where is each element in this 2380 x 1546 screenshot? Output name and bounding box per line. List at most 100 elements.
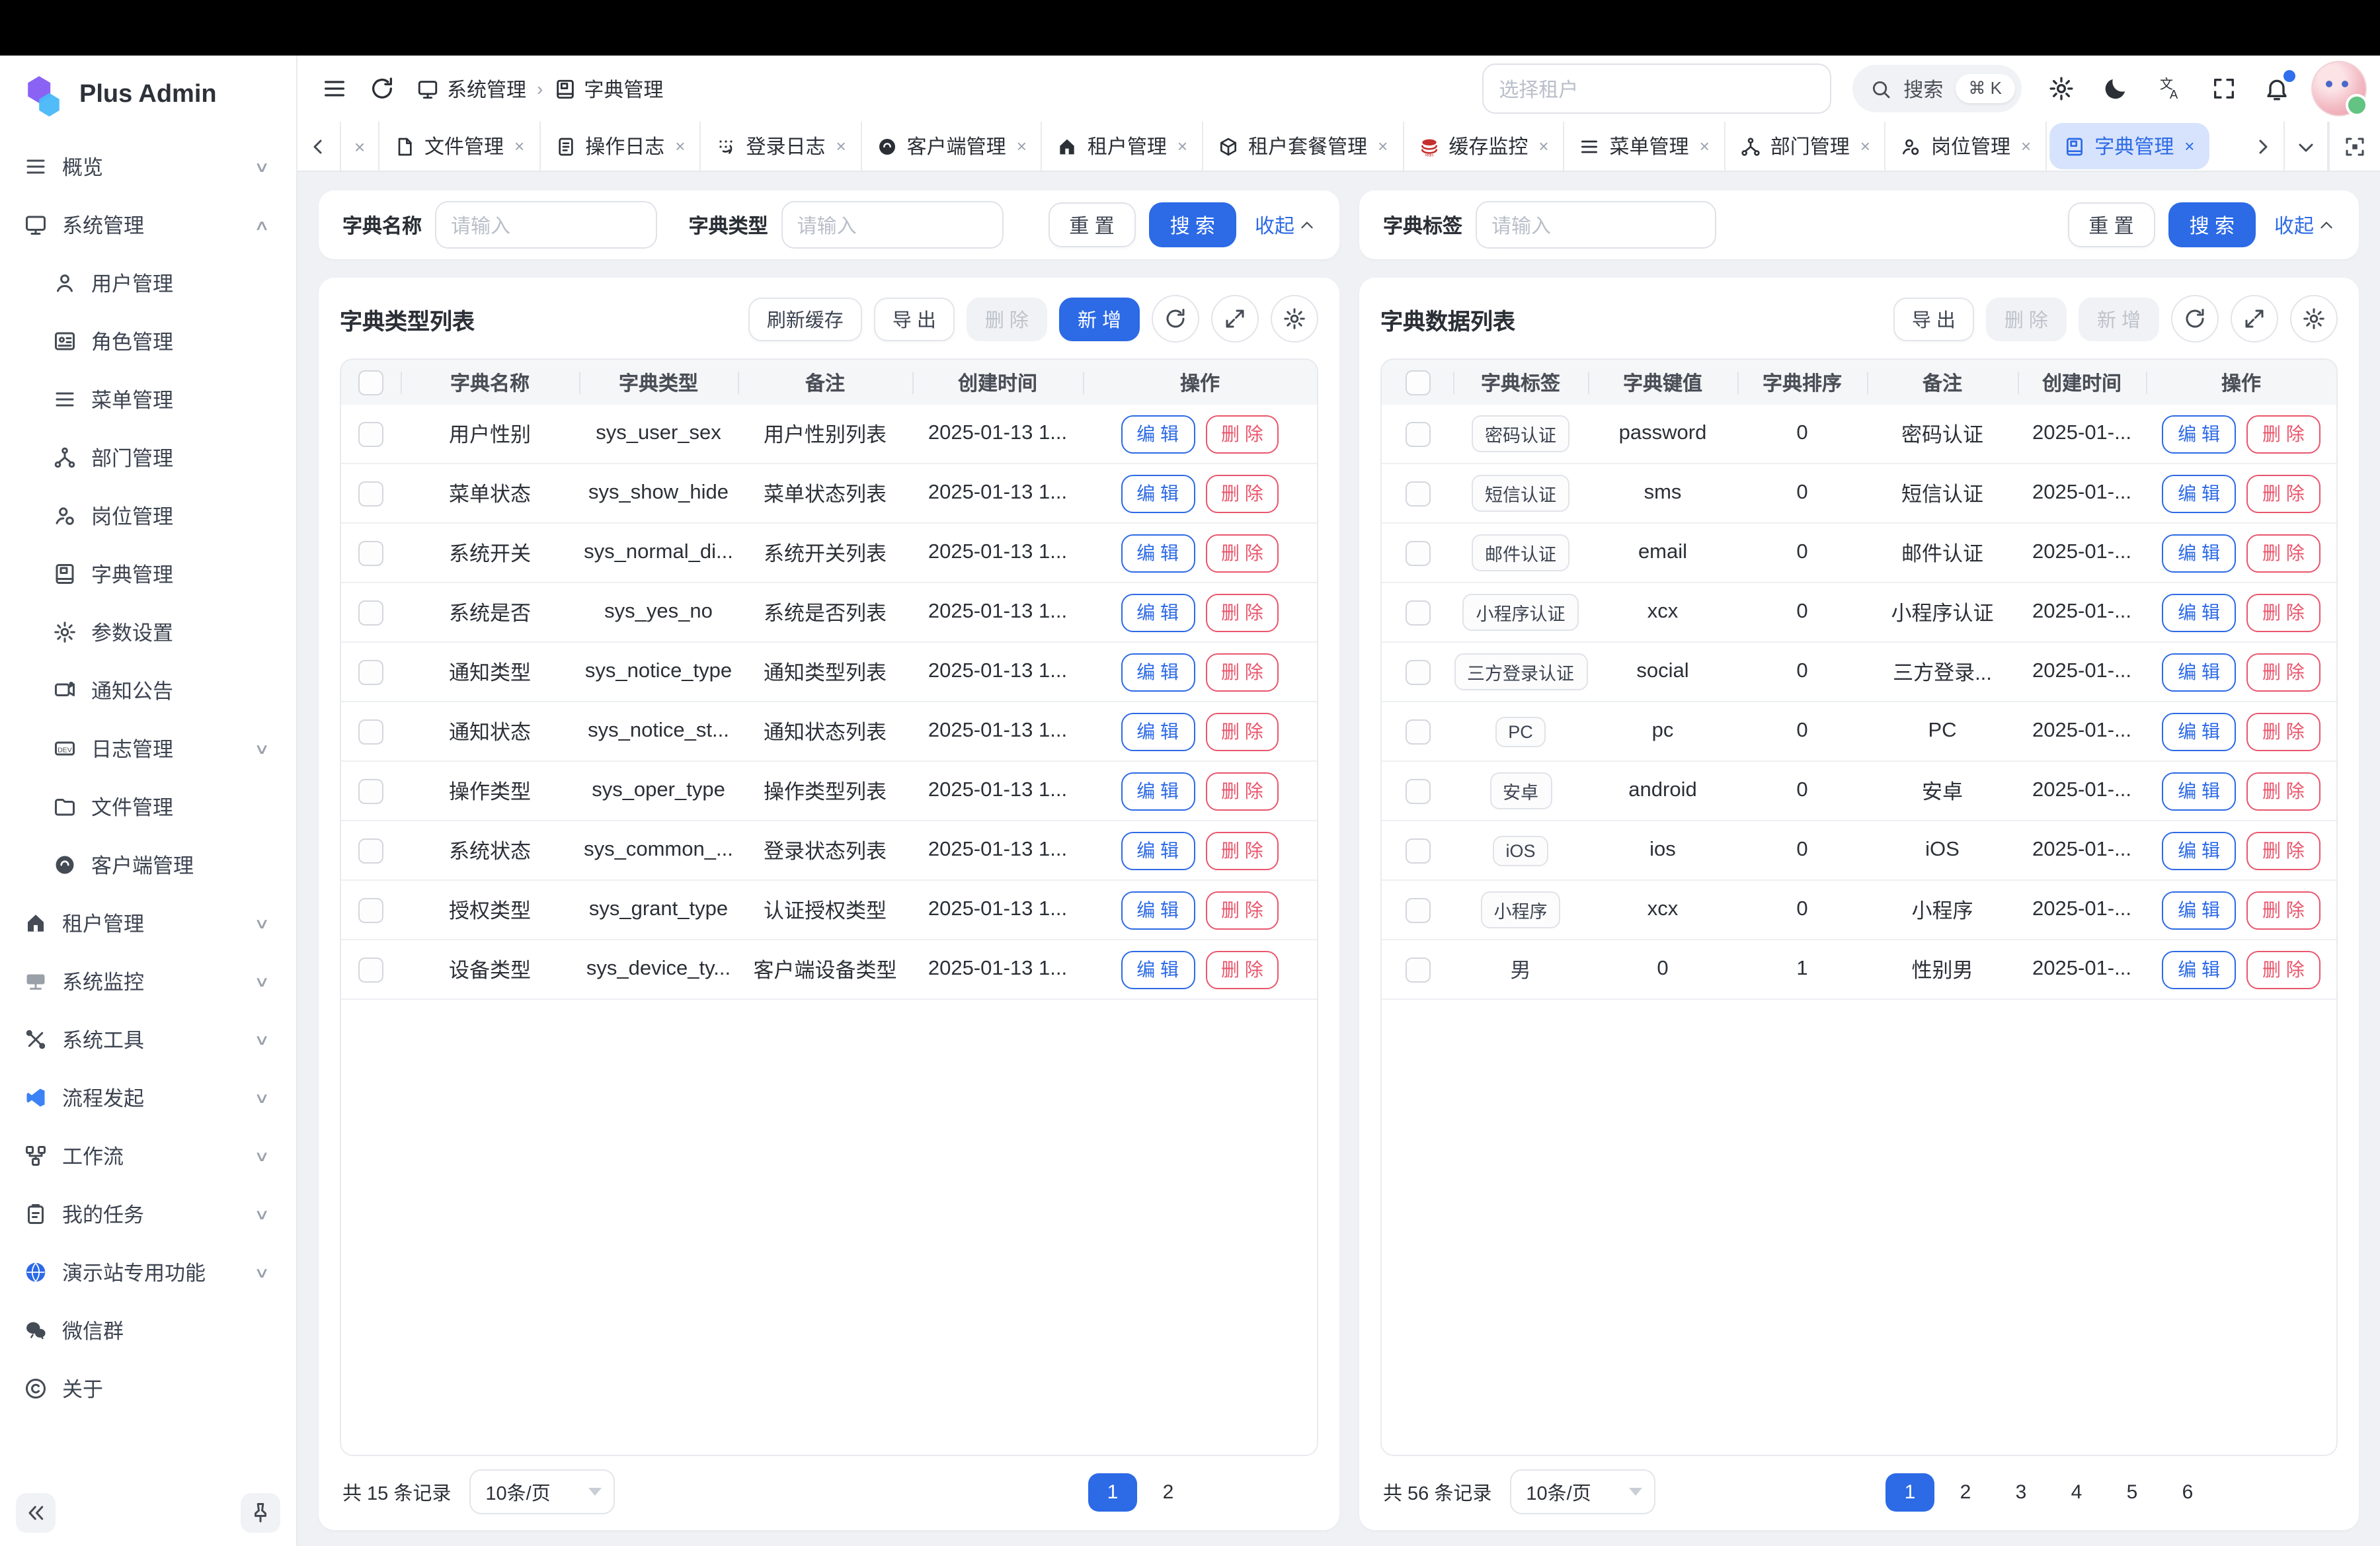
sidebar-item[interactable]: DEV 日志管理 ∨ bbox=[11, 719, 286, 778]
select-all-checkbox[interactable] bbox=[358, 370, 383, 395]
sidebar-item[interactable]: 文件管理 bbox=[11, 778, 286, 836]
sidebar-item[interactable]: 系统工具 ∨ bbox=[11, 1010, 286, 1069]
sidebar-item[interactable]: 用户管理 bbox=[11, 254, 286, 312]
row-checkbox[interactable] bbox=[358, 600, 383, 625]
page-number[interactable]: 2 bbox=[1941, 1473, 1990, 1511]
row-checkbox[interactable] bbox=[358, 897, 383, 922]
row-checkbox[interactable] bbox=[1405, 659, 1430, 684]
edit-button[interactable]: 编 辑 bbox=[2162, 950, 2236, 989]
notifications-button[interactable] bbox=[2264, 75, 2290, 102]
sidebar-item[interactable]: 微信群 bbox=[11, 1301, 286, 1360]
moon-icon[interactable] bbox=[2102, 75, 2129, 102]
edit-button[interactable]: 编 辑 bbox=[2162, 415, 2236, 453]
edit-button[interactable]: 编 辑 bbox=[2162, 772, 2236, 810]
row-checkbox[interactable] bbox=[358, 540, 383, 565]
content-fullscreen-button[interactable] bbox=[2328, 122, 2380, 171]
edit-button[interactable]: 编 辑 bbox=[2162, 593, 2236, 631]
refresh-icon[interactable] bbox=[369, 75, 395, 102]
page-number[interactable]: 2 bbox=[1144, 1473, 1193, 1511]
delete-button[interactable]: 删 除 bbox=[2246, 712, 2320, 751]
tab-control-button[interactable] bbox=[2285, 122, 2328, 171]
tab[interactable]: 岗位管理 × bbox=[1886, 122, 2047, 171]
table-tool-button[interactable] bbox=[2290, 295, 2338, 343]
delete-button[interactable]: 删 除 bbox=[2246, 415, 2320, 453]
edit-button[interactable]: 编 辑 bbox=[2162, 712, 2236, 751]
pager-button[interactable] bbox=[1199, 1473, 1234, 1510]
export-button[interactable]: 导 出 bbox=[874, 297, 955, 341]
pager-button[interactable] bbox=[2301, 1473, 2335, 1510]
tab-close-icon[interactable]: × bbox=[2021, 136, 2031, 156]
tab-close-icon[interactable]: × bbox=[1538, 136, 1548, 156]
pager-button[interactable] bbox=[1844, 1473, 1879, 1510]
tab[interactable]: 租户套餐管理 × bbox=[1203, 122, 1404, 171]
row-checkbox[interactable] bbox=[1405, 838, 1430, 863]
page-number[interactable]: 3 bbox=[1997, 1473, 2045, 1511]
avatar[interactable] bbox=[2311, 61, 2367, 116]
delete-button[interactable]: 删 除 bbox=[1205, 891, 1279, 929]
row-checkbox[interactable] bbox=[358, 481, 383, 506]
pager-button[interactable] bbox=[1006, 1473, 1041, 1510]
tab-control-button[interactable] bbox=[2241, 122, 2285, 171]
delete-button[interactable]: 删 除 bbox=[2246, 653, 2320, 691]
pager-button[interactable] bbox=[1281, 1473, 1316, 1510]
row-checkbox[interactable] bbox=[1405, 600, 1430, 625]
row-checkbox[interactable] bbox=[358, 719, 383, 744]
tabs-scroll-left-button[interactable] bbox=[298, 122, 341, 171]
row-checkbox[interactable] bbox=[1405, 481, 1430, 506]
search-button[interactable]: 搜 索 bbox=[2168, 202, 2256, 247]
tab[interactable]: 操作日志 × bbox=[540, 122, 701, 171]
row-checkbox[interactable] bbox=[358, 838, 383, 863]
row-checkbox[interactable] bbox=[1405, 778, 1430, 803]
translate-icon[interactable]: 文A bbox=[2157, 75, 2183, 102]
pager-button[interactable] bbox=[1240, 1473, 1275, 1510]
row-checkbox[interactable] bbox=[1405, 540, 1430, 565]
edit-button[interactable]: 编 辑 bbox=[1121, 653, 1195, 691]
delete-button[interactable]: 删 除 bbox=[1205, 712, 1279, 751]
pager-button[interactable] bbox=[2260, 1473, 2294, 1510]
sidebar-item[interactable]: 岗位管理 bbox=[11, 487, 286, 545]
row-checkbox[interactable] bbox=[358, 778, 383, 803]
tab-close-icon[interactable]: × bbox=[1860, 136, 1870, 156]
page-size-select[interactable]: 10条/页 bbox=[469, 1469, 615, 1514]
breadcrumb-item[interactable]: 系统管理 bbox=[416, 75, 526, 102]
delete-button[interactable]: 删 除 bbox=[1205, 415, 1279, 453]
pager-button[interactable] bbox=[1804, 1473, 1838, 1510]
reset-button[interactable]: 重 置 bbox=[2067, 202, 2155, 247]
delete-button[interactable]: 删 除 bbox=[967, 297, 1047, 341]
delete-button[interactable]: 删 除 bbox=[1205, 593, 1279, 631]
sidebar-item[interactable]: 关于 bbox=[11, 1360, 286, 1418]
sidebar-item[interactable]: 参数设置 bbox=[11, 603, 286, 661]
delete-button[interactable]: 删 除 bbox=[2246, 593, 2320, 631]
page-number[interactable]: 5 bbox=[2108, 1473, 2157, 1511]
edit-button[interactable]: 编 辑 bbox=[2162, 534, 2236, 572]
edit-button[interactable]: 编 辑 bbox=[2162, 891, 2236, 929]
edit-button[interactable]: 编 辑 bbox=[1121, 474, 1195, 512]
table-tool-button[interactable] bbox=[2171, 295, 2219, 343]
partial-tab-close[interactable]: × bbox=[341, 122, 379, 171]
collapse-link[interactable]: 收起 bbox=[2274, 211, 2335, 239]
tab[interactable]: 客户端管理 × bbox=[862, 122, 1043, 171]
edit-button[interactable]: 编 辑 bbox=[1121, 950, 1195, 989]
page-number[interactable]: 1 bbox=[1088, 1473, 1137, 1511]
row-checkbox[interactable] bbox=[358, 957, 383, 982]
sidebar-item[interactable]: 菜单管理 bbox=[11, 370, 286, 428]
delete-button[interactable]: 删 除 bbox=[1205, 534, 1279, 572]
tab[interactable]: 租户管理 × bbox=[1043, 122, 1203, 171]
sidebar-footer-button[interactable] bbox=[241, 1493, 280, 1533]
fullscreen-icon[interactable] bbox=[2211, 75, 2237, 102]
select-all-checkbox[interactable] bbox=[1405, 370, 1430, 395]
dict-label-input[interactable]: 请输入 bbox=[1476, 201, 1716, 249]
pager-button[interactable] bbox=[1047, 1473, 1082, 1510]
sidebar-item[interactable]: 工作流 ∨ bbox=[11, 1127, 286, 1185]
delete-button[interactable]: 删 除 bbox=[1205, 831, 1279, 870]
edit-button[interactable]: 编 辑 bbox=[2162, 653, 2236, 691]
tab-close-icon[interactable]: × bbox=[836, 136, 846, 156]
tab-close-icon[interactable]: × bbox=[1017, 136, 1027, 156]
row-checkbox[interactable] bbox=[358, 659, 383, 684]
tenant-select[interactable]: 选择租户 bbox=[1482, 63, 1831, 114]
sidebar-item[interactable]: 客户端管理 bbox=[11, 836, 286, 894]
page-number[interactable]: 6 bbox=[2163, 1473, 2212, 1511]
add-button[interactable]: 新 增 bbox=[2079, 297, 2159, 341]
edit-button[interactable]: 编 辑 bbox=[1121, 712, 1195, 751]
table-tool-button[interactable] bbox=[1152, 295, 1199, 343]
